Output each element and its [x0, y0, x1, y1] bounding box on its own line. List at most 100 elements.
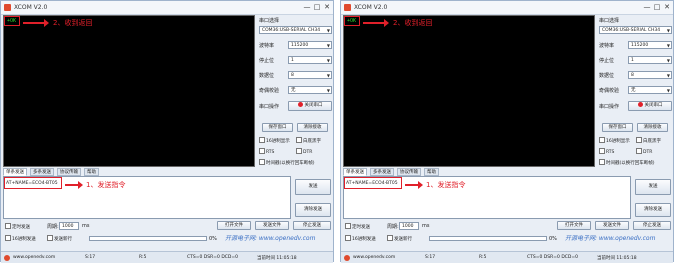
baud-select[interactable]: 115200 ▼ [288, 41, 332, 49]
progress-label: 0% [209, 236, 217, 242]
highlight-box [4, 177, 62, 189]
open-file-button[interactable]: 打开文件 [557, 221, 591, 230]
app-icon [344, 4, 351, 11]
period-input[interactable]: 1000 [399, 222, 419, 230]
hex-display-checkbox[interactable]: 16进制显示 [259, 137, 290, 144]
title-bar: XCOM V2.0 — □ ✕ [341, 1, 673, 15]
close-port-label: 关闭串口 [644, 103, 663, 108]
annotation-send: 1、发送指令 [86, 181, 126, 189]
dtr-checkbox[interactable]: DTR [636, 148, 652, 155]
tab-help[interactable]: 帮助 [424, 168, 439, 176]
baud-label: 波特率 [599, 43, 615, 49]
status-signals: CTS=0 DSR=0 DCD=0 [187, 255, 239, 260]
arrow-icon [363, 19, 389, 27]
send-file-button[interactable]: 发送文件 [595, 221, 629, 230]
stop-select[interactable]: 1 ▼ [288, 56, 332, 64]
highlight-box [4, 16, 20, 26]
open-file-button[interactable]: 打开文件 [217, 221, 251, 230]
timed-send-checkbox[interactable]: 定时发送 [345, 223, 370, 230]
chevron-down-icon: ▼ [326, 28, 330, 33]
baud-select[interactable]: 115200 ▼ [628, 41, 672, 49]
data-select[interactable]: 8 ▼ [628, 71, 672, 79]
close-icon[interactable]: ✕ [663, 3, 671, 11]
maximize-icon[interactable]: □ [313, 3, 321, 11]
baud-value: 115200 [291, 43, 309, 48]
data-value: 8 [291, 73, 294, 78]
maximize-icon[interactable]: □ [653, 3, 661, 11]
close-port-button[interactable]: 关闭串口 [288, 101, 332, 111]
parity-select[interactable]: 无 ▼ [288, 86, 332, 94]
settings-gear-icon[interactable] [4, 255, 10, 261]
timestamp-checkbox[interactable]: 时间戳(以换行回车断帧) [599, 159, 655, 166]
port-select[interactable]: COM36:USB-SERIAL CH34 ▼ [599, 26, 672, 34]
rts-label: RTS [266, 150, 275, 155]
send-progress-bar [89, 236, 207, 241]
save-window-button[interactable]: 保存窗口 [602, 123, 633, 132]
rts-checkbox[interactable]: RTS [599, 148, 614, 155]
status-site[interactable]: www.openedv.com [13, 255, 55, 260]
stop-send-button[interactable]: 停止发送 [293, 221, 331, 230]
newline-checkbox[interactable]: 发送新行 [47, 235, 72, 242]
minimize-icon[interactable]: — [643, 3, 651, 11]
data-select[interactable]: 8 ▼ [288, 71, 332, 79]
save-window-button[interactable]: 保存窗口 [262, 123, 293, 132]
send-button[interactable]: 发送 [295, 179, 331, 195]
tab-protocol[interactable]: 协议传输 [397, 168, 421, 176]
status-send-count: S:17 [85, 255, 96, 260]
port-select-label: 串口选择 [599, 18, 620, 24]
red-dot-icon [637, 102, 643, 107]
timestamp-checkbox[interactable]: 时间戳(以换行回车断帧) [259, 159, 315, 166]
receive-area[interactable]: +OK [343, 15, 595, 167]
chevron-down-icon: ▼ [326, 43, 330, 48]
rts-checkbox[interactable]: RTS [259, 148, 274, 155]
arrow-icon [23, 19, 49, 27]
status-recv-count: R:5 [139, 255, 147, 260]
receive-area[interactable]: +OK [3, 15, 255, 167]
close-icon[interactable]: ✕ [323, 3, 331, 11]
stop-label: 停止位 [599, 58, 615, 64]
chevron-down-icon: ▼ [666, 58, 670, 63]
stop-send-button[interactable]: 停止发送 [633, 221, 671, 230]
app-icon [4, 4, 11, 11]
hex-send-checkbox[interactable]: 16进制发送 [345, 235, 376, 242]
timestamp-label: 时间戳(以换行回车断帧) [606, 161, 655, 166]
clear-receive-button[interactable]: 清除接收 [297, 123, 328, 132]
send-button[interactable]: 发送 [635, 179, 671, 195]
newline-label: 发送新行 [394, 237, 412, 242]
status-site[interactable]: www.openedv.com [353, 255, 395, 260]
highlight-box [344, 16, 360, 26]
send-file-button[interactable]: 发送文件 [255, 221, 289, 230]
hex-send-checkbox[interactable]: 16进制发送 [5, 235, 36, 242]
period-input[interactable]: 1000 [59, 222, 79, 230]
tab-single-send[interactable]: 单条发送 [3, 168, 27, 176]
stop-select[interactable]: 1 ▼ [628, 56, 672, 64]
period-unit: ms [82, 223, 90, 229]
tab-single-send[interactable]: 单条发送 [343, 168, 367, 176]
baud-label: 波特率 [259, 43, 275, 49]
annotation-send: 1、发送指令 [426, 181, 466, 189]
settings-gear-icon[interactable] [344, 255, 350, 261]
chevron-down-icon: ▼ [666, 88, 670, 93]
chevron-down-icon: ▼ [326, 73, 330, 78]
newline-checkbox[interactable]: 发送新行 [387, 235, 412, 242]
white-black-checkbox[interactable]: 白底黑字 [636, 137, 661, 144]
clear-send-button[interactable]: 清除发送 [295, 203, 331, 217]
close-port-button[interactable]: 关闭串口 [628, 101, 672, 111]
port-select[interactable]: COM36:USB-SERIAL CH34 ▼ [259, 26, 332, 34]
clear-send-button[interactable]: 清除发送 [635, 203, 671, 217]
tab-multi-send[interactable]: 多条发送 [370, 168, 394, 176]
status-recv-count: R:5 [479, 255, 487, 260]
white-black-checkbox[interactable]: 白底黑字 [296, 137, 321, 144]
tab-help[interactable]: 帮助 [84, 168, 99, 176]
port-select-label: 串口选择 [259, 18, 280, 24]
hex-display-checkbox[interactable]: 16进制显示 [599, 137, 630, 144]
dtr-checkbox[interactable]: DTR [296, 148, 312, 155]
clear-receive-button[interactable]: 清除接收 [637, 123, 668, 132]
tab-protocol[interactable]: 协议传输 [57, 168, 81, 176]
xcom-window-left: XCOM V2.0 — □ ✕ +OK 2、收到返回 串口选择 COM36:US… [0, 0, 334, 263]
arrow-icon [405, 181, 423, 189]
tab-multi-send[interactable]: 多条发送 [30, 168, 54, 176]
timed-send-checkbox[interactable]: 定时发送 [5, 223, 30, 230]
minimize-icon[interactable]: — [303, 3, 311, 11]
parity-select[interactable]: 无 ▼ [628, 86, 672, 94]
